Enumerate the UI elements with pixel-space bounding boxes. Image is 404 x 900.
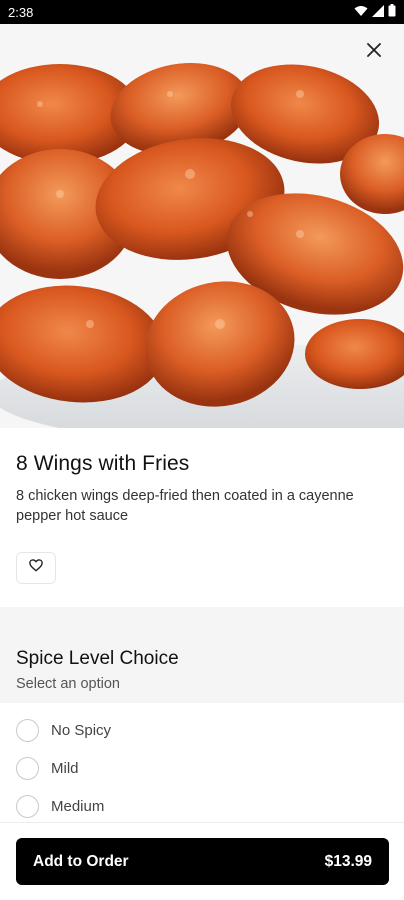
radio-button[interactable] bbox=[16, 756, 39, 780]
radio-button[interactable] bbox=[16, 718, 39, 742]
status-icons bbox=[354, 4, 396, 20]
add-to-order-label: Add to Order bbox=[33, 852, 129, 870]
close-icon bbox=[367, 42, 381, 62]
wifi-icon bbox=[354, 5, 368, 20]
option-label: Mild bbox=[51, 759, 79, 777]
option-label: No Spicy bbox=[51, 721, 112, 739]
item-info: 8 Wings with Fries 8 chicken wings deep-… bbox=[16, 452, 388, 526]
options-section-title: Spice Level Choice bbox=[16, 648, 179, 669]
option-medium[interactable]: Medium bbox=[16, 787, 388, 825]
status-bar: 2:38 bbox=[0, 0, 404, 24]
item-description: 8 chicken wings deep-fried then coated i… bbox=[16, 488, 354, 524]
spice-level-options: No Spicy Mild Medium bbox=[16, 711, 388, 825]
signal-icon bbox=[372, 4, 384, 20]
battery-icon bbox=[388, 4, 396, 20]
close-button[interactable] bbox=[360, 38, 388, 66]
status-time: 2:38 bbox=[8, 4, 34, 20]
item-title: 8 Wings with Fries bbox=[16, 452, 190, 475]
heart-icon bbox=[29, 559, 43, 577]
options-section-subtitle: Select an option bbox=[16, 676, 120, 692]
option-label: Medium bbox=[51, 797, 105, 815]
option-mild[interactable]: Mild bbox=[16, 749, 388, 787]
add-to-order-button[interactable]: Add to Order $13.99 bbox=[16, 838, 389, 885]
order-price: $13.99 bbox=[324, 852, 372, 870]
radio-button[interactable] bbox=[16, 794, 39, 818]
favorite-button[interactable] bbox=[16, 552, 56, 584]
item-photo bbox=[0, 24, 404, 428]
option-no-spicy[interactable]: No Spicy bbox=[16, 711, 388, 749]
